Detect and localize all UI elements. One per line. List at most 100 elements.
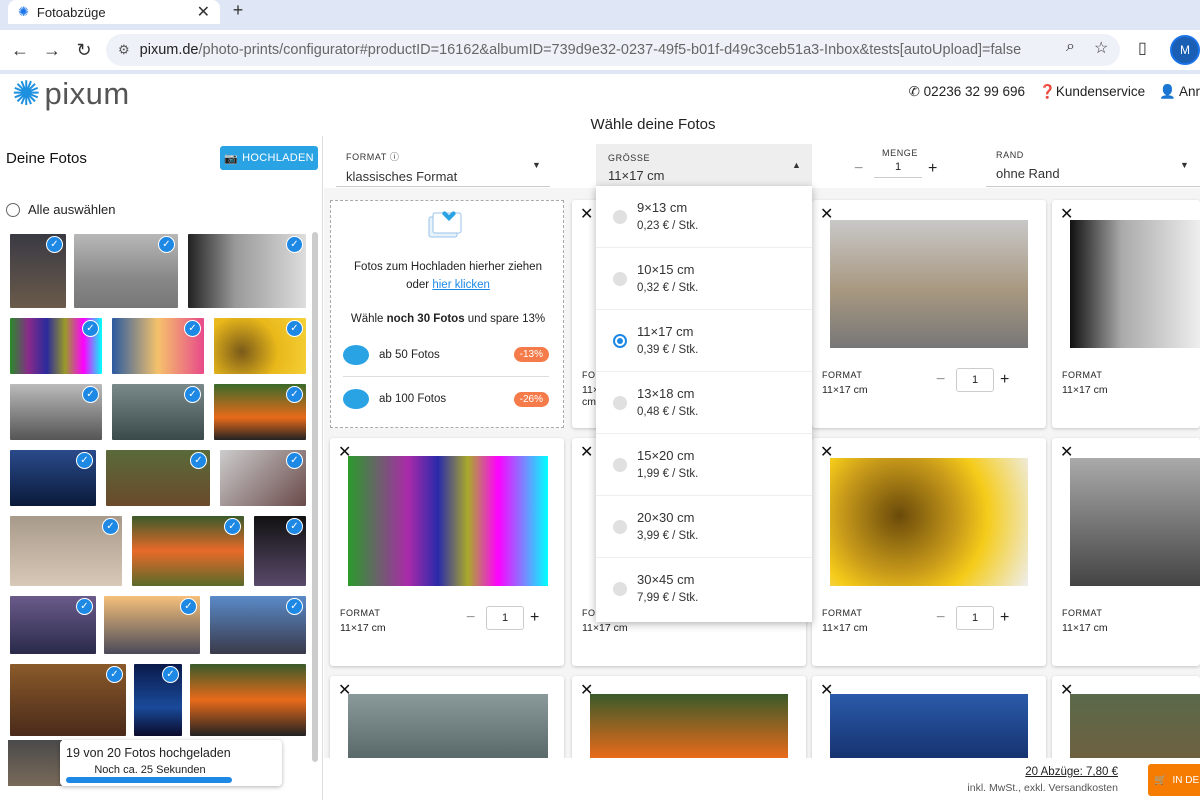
size-option[interactable]: 30×45 cm 7,99 € / Stk. xyxy=(596,558,812,620)
checkmark-icon[interactable]: ✓ xyxy=(190,452,207,469)
size-option-selected[interactable]: 11×17 cm 0,39 € / Stk. xyxy=(596,310,812,372)
photo-thumbnail[interactable]: ✓ xyxy=(214,384,306,440)
checkmark-icon[interactable]: ✓ xyxy=(224,518,241,535)
size-dropdown-icon[interactable]: ▲ xyxy=(792,160,801,170)
border-select[interactable]: RAND ohne Rand xyxy=(996,150,1060,181)
checkmark-icon[interactable]: ✓ xyxy=(184,320,201,337)
checkmark-icon[interactable]: ✓ xyxy=(158,236,175,253)
card-increase[interactable]: + xyxy=(1000,371,1009,389)
border-dropdown-icon[interactable]: ▼ xyxy=(1180,160,1189,170)
size-radio[interactable] xyxy=(613,272,627,286)
card-quantity-stepper[interactable]: −1 + xyxy=(936,606,1009,630)
add-to-cart-button[interactable]: 🛒 IN DE xyxy=(1148,764,1200,796)
card-quantity-stepper[interactable]: −1 + xyxy=(936,368,1009,392)
quantity-input[interactable]: 1 xyxy=(874,161,922,178)
profile-avatar[interactable]: M xyxy=(1170,35,1200,65)
checkmark-icon[interactable]: ✓ xyxy=(82,386,99,403)
photo-thumbnail[interactable]: ✓ xyxy=(254,516,306,586)
photo-thumbnail[interactable]: ✓ xyxy=(220,450,306,506)
close-tab-icon[interactable]: ✕ xyxy=(197,2,210,22)
account-link[interactable]: 👤 Anr xyxy=(1159,84,1200,100)
photo-thumbnail[interactable] xyxy=(190,664,306,736)
card-qty-input[interactable]: 1 xyxy=(956,368,994,392)
upload-dropzone[interactable]: Fotos zum Hochladen hierher ziehen oder … xyxy=(330,200,564,428)
size-option[interactable]: 15×20 cm 1,99 € / Stk. xyxy=(596,434,812,496)
order-total-link[interactable]: 20 Abzüge: 7,80 € xyxy=(1025,766,1118,778)
card-decrease[interactable]: − xyxy=(936,371,950,389)
checkmark-icon[interactable]: ✓ xyxy=(286,518,303,535)
photo-thumbnail[interactable]: ✓ xyxy=(214,318,306,374)
side-panel-icon[interactable]: ▯ xyxy=(1138,38,1147,58)
size-select[interactable]: GRÖSSE 11×17 cm ▲ xyxy=(596,144,812,188)
size-option[interactable]: 10×15 cm 0,32 € / Stk. xyxy=(596,248,812,310)
customer-service-link[interactable]: ❓Kundenservice xyxy=(1039,84,1145,100)
back-icon[interactable]: ← xyxy=(4,40,36,61)
browser-tab[interactable]: ✺ Fotoabzüge ✕ xyxy=(8,0,220,24)
size-radio[interactable] xyxy=(613,210,627,224)
photo-thumbnail[interactable]: ✓ xyxy=(10,318,102,374)
photo-thumbnail[interactable]: ✓ xyxy=(10,450,96,506)
zoom-icon[interactable]: ⌕ xyxy=(1066,38,1075,56)
card-quantity-stepper[interactable]: −1 + xyxy=(466,606,539,630)
photo-thumbnail[interactable]: ✓ xyxy=(10,596,96,654)
info-icon[interactable]: ⓘ xyxy=(390,152,400,162)
photo-thumbnail[interactable]: ✓ xyxy=(10,516,122,586)
checkmark-icon[interactable]: ✓ xyxy=(286,236,303,253)
phone-link[interactable]: ✆ 02236 32 99 696 xyxy=(909,84,1025,100)
format-select[interactable]: FORMAT ⓘ klassisches Format xyxy=(346,150,457,184)
photo-thumbnail[interactable]: ✓ xyxy=(10,384,102,440)
checkmark-icon[interactable]: ✓ xyxy=(286,386,303,403)
size-radio-selected[interactable] xyxy=(613,334,627,348)
size-option[interactable]: 20×30 cm 3,99 € / Stk. xyxy=(596,496,812,558)
photo-thumbnail[interactable]: ✓ xyxy=(188,234,306,308)
reload-icon[interactable]: ↻ xyxy=(68,40,100,61)
card-qty-input[interactable]: 1 xyxy=(956,606,994,630)
photo-thumbnail[interactable]: ✓ xyxy=(106,450,210,506)
card-increase[interactable]: + xyxy=(530,609,539,627)
forward-icon[interactable]: → xyxy=(36,40,68,61)
checkmark-icon[interactable]: ✓ xyxy=(76,598,93,615)
photo-thumbnail[interactable]: ✓ xyxy=(10,664,126,736)
site-info-icon[interactable]: ⚙ xyxy=(118,42,130,58)
checkmark-icon[interactable]: ✓ xyxy=(184,386,201,403)
size-radio[interactable] xyxy=(613,520,627,534)
size-radio[interactable] xyxy=(613,458,627,472)
address-bar[interactable]: ⚙ pixum.de/photo-prints/configurator#pro… xyxy=(106,34,1120,66)
size-option[interactable]: 9×13 cm 0,23 € / Stk. xyxy=(596,186,812,248)
checkmark-icon[interactable]: ✓ xyxy=(102,518,119,535)
sidebar-scrollbar[interactable] xyxy=(312,232,318,762)
card-qty-input[interactable]: 1 xyxy=(486,606,524,630)
select-all-toggle[interactable]: Alle auswählen xyxy=(6,202,115,217)
photo-thumbnail[interactable]: ✓ xyxy=(74,234,178,308)
photo-thumbnail[interactable]: ✓ xyxy=(112,384,204,440)
checkmark-icon[interactable]: ✓ xyxy=(162,666,179,683)
size-option[interactable]: 13×18 cm 0,48 € / Stk. xyxy=(596,372,812,434)
photo-thumbnail[interactable]: ✓ xyxy=(132,516,244,586)
size-radio[interactable] xyxy=(613,582,627,596)
quantity-increase[interactable]: + xyxy=(928,160,937,178)
checkmark-icon[interactable]: ✓ xyxy=(46,236,63,253)
checkmark-icon[interactable]: ✓ xyxy=(286,452,303,469)
format-dropdown-icon[interactable]: ▼ xyxy=(532,160,541,170)
remove-photo-icon[interactable]: ✕ xyxy=(580,204,593,224)
quantity-decrease[interactable]: − xyxy=(854,160,868,178)
bookmark-star-icon[interactable]: ☆ xyxy=(1094,38,1108,58)
card-decrease[interactable]: − xyxy=(936,609,950,627)
checkmark-icon[interactable]: ✓ xyxy=(180,598,197,615)
photo-thumbnail[interactable]: ✓ xyxy=(210,596,306,654)
quantity-stepper[interactable]: − 1 + xyxy=(854,160,937,178)
select-all-radio[interactable] xyxy=(6,202,20,217)
size-radio[interactable] xyxy=(613,396,627,410)
card-decrease[interactable]: − xyxy=(466,609,480,627)
click-here-link[interactable]: hier klicken xyxy=(432,279,490,291)
checkmark-icon[interactable]: ✓ xyxy=(286,598,303,615)
remove-photo-icon[interactable]: ✕ xyxy=(580,442,593,462)
upload-button[interactable]: 📷 HOCHLADEN xyxy=(220,146,318,170)
photo-thumbnail[interactable]: ✓ xyxy=(10,234,66,308)
new-tab-button[interactable]: + xyxy=(228,0,248,22)
photo-thumbnail[interactable]: ✓ xyxy=(112,318,204,374)
checkmark-icon[interactable]: ✓ xyxy=(106,666,123,683)
checkmark-icon[interactable]: ✓ xyxy=(286,320,303,337)
card-increase[interactable]: + xyxy=(1000,609,1009,627)
checkmark-icon[interactable]: ✓ xyxy=(82,320,99,337)
